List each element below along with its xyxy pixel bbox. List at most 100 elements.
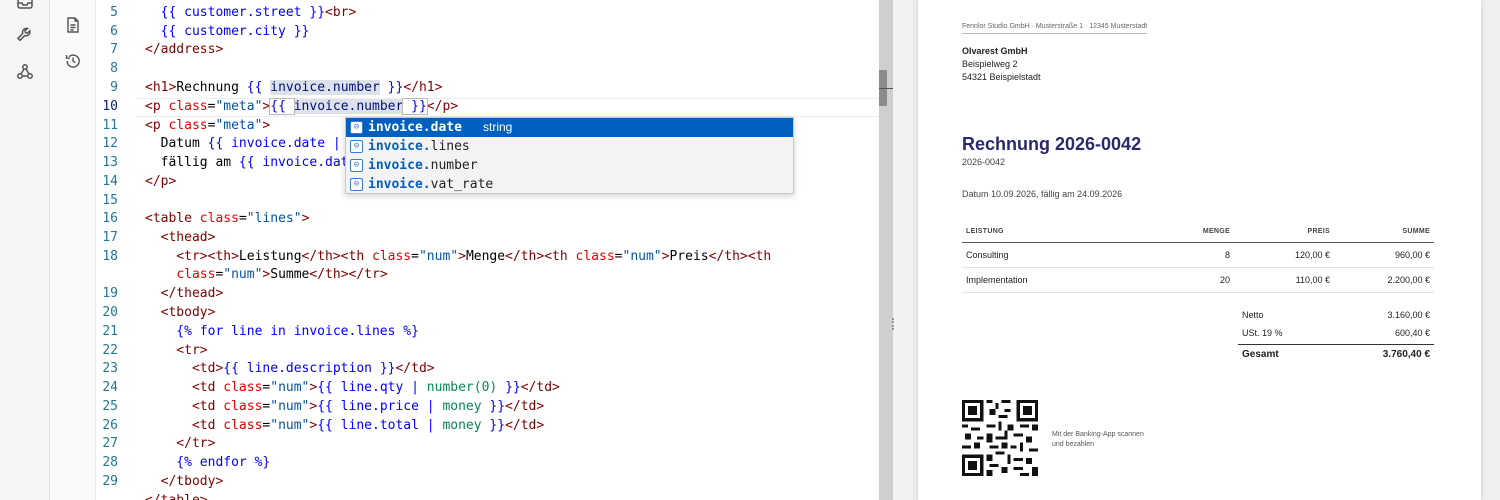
code-token: = bbox=[411, 249, 419, 264]
code-token: fällig am bbox=[145, 155, 239, 170]
column-header-leistung: LEISTUNG bbox=[962, 222, 1174, 243]
code-token: </th><th bbox=[505, 249, 576, 264]
table-cell: 960,00 € bbox=[1334, 242, 1434, 268]
code-line-13: fällig am {{ invoice.date bbox=[145, 154, 357, 173]
webhook-icon[interactable] bbox=[15, 62, 35, 82]
code-token: {{ line.price | bbox=[317, 399, 443, 414]
code-token: </p> bbox=[426, 99, 459, 114]
autocomplete-popup[interactable]: ⊖ invoice.date string ⊖ invoice.lines ⊖ … bbox=[345, 117, 794, 194]
code-token: {{ customer.city }} bbox=[160, 24, 310, 39]
splitter-grip-icon[interactable] bbox=[892, 318, 894, 330]
totals-row-gross: Gesamt 3.760,40 € bbox=[1238, 344, 1434, 364]
pane-splitter[interactable] bbox=[893, 0, 914, 500]
code-token-highlighted: invoice.number bbox=[270, 80, 380, 95]
table-cell: 8 bbox=[1174, 242, 1234, 268]
code-token: <td bbox=[145, 399, 224, 414]
code-token: class bbox=[223, 418, 263, 433]
wrench-icon[interactable] bbox=[15, 25, 35, 45]
code-line-21: {% for line in invoice.lines %} bbox=[145, 324, 419, 339]
line-number: 6 bbox=[110, 24, 118, 39]
code-token: <p bbox=[145, 99, 169, 114]
line-number: 15 bbox=[102, 193, 118, 208]
code-token: "num" bbox=[622, 249, 662, 264]
code-token: <table bbox=[145, 211, 200, 226]
totals-row-netto: Netto 3.160,00 € bbox=[1238, 306, 1434, 324]
code-token: }} bbox=[497, 380, 521, 395]
code-line-17: <thead> bbox=[145, 230, 216, 245]
side-rail bbox=[50, 0, 96, 500]
autocomplete-item-selected[interactable]: ⊖ invoice.date string bbox=[346, 118, 793, 137]
code-token: }} bbox=[481, 418, 506, 433]
line-number: 25 bbox=[102, 399, 118, 414]
code-token: <p bbox=[145, 118, 169, 133]
line-number: 8 bbox=[110, 61, 118, 76]
table-cell: Consulting bbox=[962, 242, 1174, 268]
code-token: {{ customer.street }} bbox=[160, 5, 326, 20]
code-token: "num" bbox=[270, 418, 310, 433]
code-token: "meta" bbox=[215, 99, 263, 114]
code-token: money bbox=[442, 399, 482, 414]
code-token: class bbox=[176, 267, 216, 282]
autocomplete-item[interactable]: ⊖ invoice.lines bbox=[346, 137, 793, 156]
recipient-street: Beispielweg 2 bbox=[962, 59, 1018, 69]
column-header-preis: PREIS bbox=[1234, 222, 1334, 243]
code-line-20: <tbody> bbox=[145, 305, 216, 320]
code-token: </h1> bbox=[403, 80, 443, 95]
recipient-city: 54321 Beispielstadt bbox=[962, 72, 1041, 82]
autocomplete-item-label: invoice.number bbox=[368, 156, 478, 175]
scroll-position-marker bbox=[879, 88, 893, 89]
code-token: = bbox=[238, 211, 247, 226]
code-token: "num" bbox=[223, 267, 263, 282]
code-editor[interactable]: 5 6 7 8 9 10 11 12 13 14 15 16 17 18 19 … bbox=[96, 0, 879, 500]
autocomplete-item[interactable]: ⊖ invoice.vat_rate bbox=[346, 175, 793, 194]
autocomplete-item-label: invoice.lines bbox=[368, 137, 470, 156]
line-number: 9 bbox=[110, 80, 118, 95]
code-token: <td> bbox=[145, 361, 224, 376]
code-token: = bbox=[614, 249, 623, 264]
line-number: 12 bbox=[102, 136, 118, 151]
code-token: </td> bbox=[505, 418, 545, 433]
code-token: "num" bbox=[270, 399, 310, 414]
code-token: Menge bbox=[465, 249, 506, 264]
code-token: Datum bbox=[145, 136, 208, 151]
autocomplete-item[interactable]: ⊖ invoice.number bbox=[346, 156, 793, 175]
code-token: Leistung bbox=[238, 249, 302, 264]
line-number: 13 bbox=[102, 155, 118, 170]
table-cell: 20 bbox=[1174, 267, 1234, 293]
code-line-16: <table class="lines"> bbox=[145, 210, 309, 229]
line-number: 28 bbox=[102, 455, 118, 470]
line-number: 22 bbox=[102, 343, 118, 358]
code-line-11: <p class="meta"> bbox=[145, 117, 270, 136]
code-token: Preis bbox=[669, 249, 709, 264]
code-token: class bbox=[199, 211, 239, 226]
code-token: }} bbox=[379, 80, 404, 95]
code-line-6: {{ customer.city }} bbox=[145, 23, 310, 42]
code-token: {{ bbox=[246, 80, 271, 95]
autocomplete-match: invoice. bbox=[368, 139, 431, 154]
code-token: {{ invoice.date | d bbox=[207, 136, 357, 151]
history-icon[interactable] bbox=[64, 52, 82, 70]
line-number: 27 bbox=[102, 436, 118, 451]
column-header-summe: SUMME bbox=[1334, 222, 1434, 243]
table-cell: 2.200,00 € bbox=[1334, 267, 1434, 293]
line-number: 19 bbox=[102, 286, 118, 301]
document-icon[interactable] bbox=[64, 16, 82, 34]
code-line-5: {{ customer.street }}<br> bbox=[145, 4, 357, 23]
qr-caption-line: und bezahlen bbox=[1052, 441, 1095, 448]
code-token: "meta" bbox=[215, 118, 263, 133]
code-line-18: <tr><th>Leistung</th><th class="num">Men… bbox=[145, 248, 771, 267]
code-line-10: <p class="meta">{{ invoice.number }}</p> bbox=[145, 98, 458, 117]
inbox-icon[interactable] bbox=[15, 0, 35, 12]
code-token-highlighted: invoice.number bbox=[293, 99, 404, 114]
invoice-totals: Netto 3.160,00 € USt. 19 % 600,40 € Gesamt… bbox=[1238, 306, 1434, 364]
invoice-number: 2026-0042 bbox=[962, 157, 1006, 167]
code-token: </th><th bbox=[301, 249, 372, 264]
table-row: Implementation 20 110,00 € 2.200,00 € bbox=[962, 267, 1434, 293]
totals-label: USt. 19 % bbox=[1242, 328, 1283, 338]
code-line-25: <td class="num">{{ line.price | money }}… bbox=[145, 398, 544, 417]
code-token: > bbox=[262, 118, 271, 133]
code-token: Summe bbox=[270, 267, 310, 282]
code-token: </td> bbox=[395, 361, 435, 376]
code-line-29: </tbody> bbox=[145, 474, 224, 489]
